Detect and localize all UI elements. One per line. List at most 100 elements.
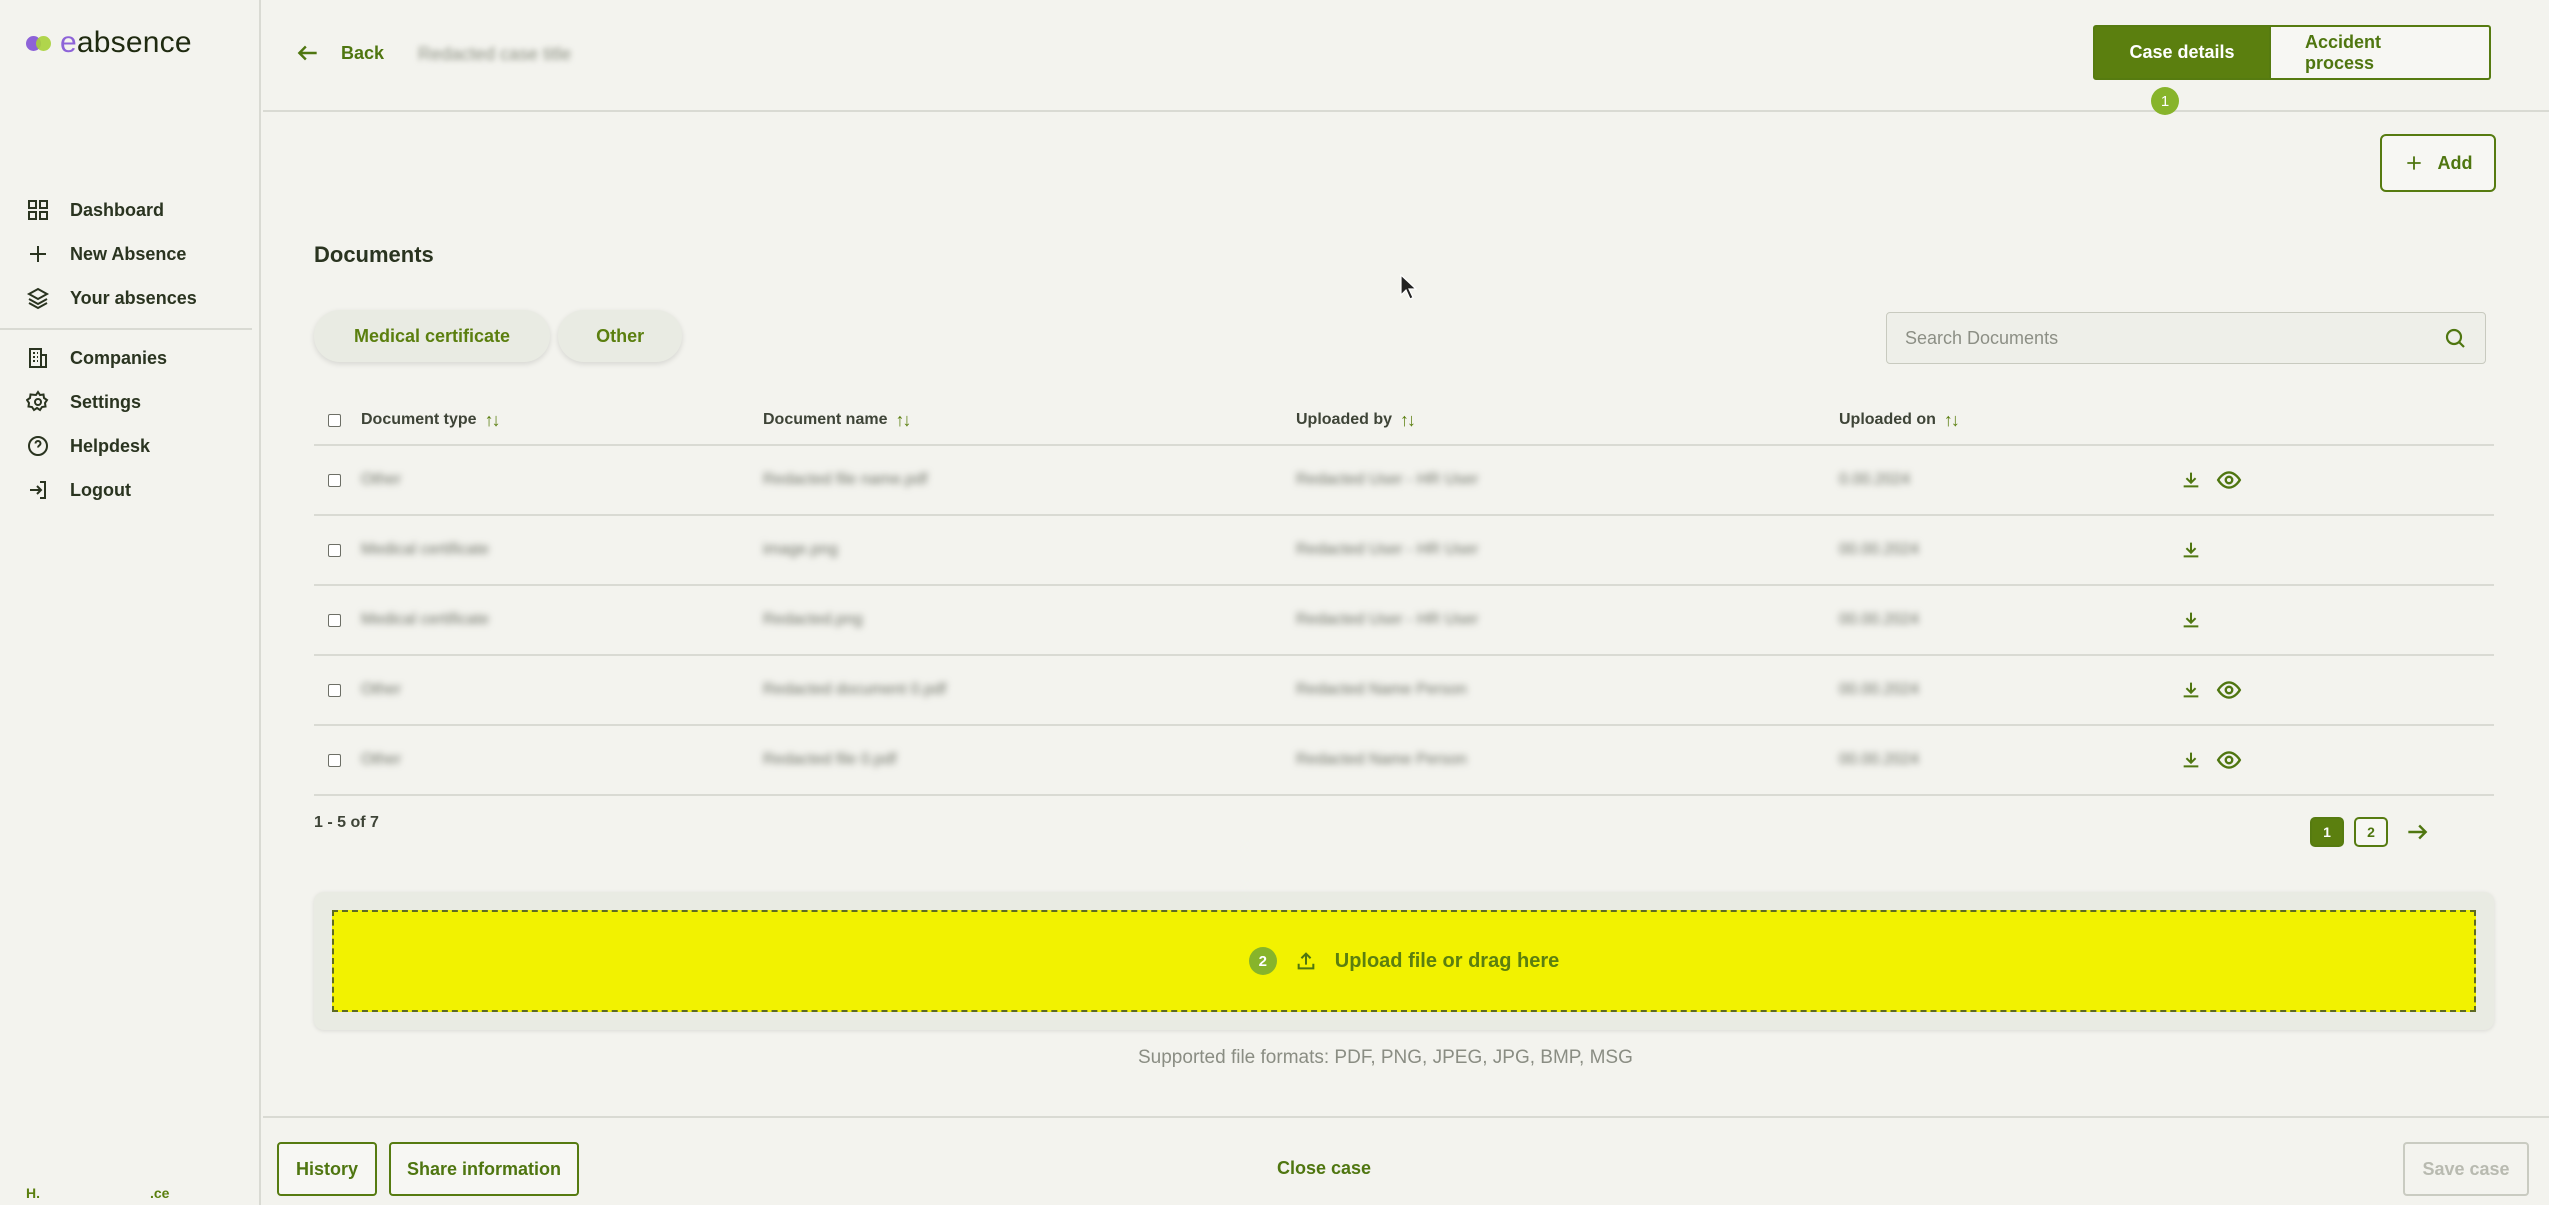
grid-icon [28,200,48,220]
layers-icon [26,287,50,310]
document-filters: Medical certificate Other [314,310,683,362]
arrow-right-icon[interactable] [2404,819,2430,845]
add-button[interactable]: Add [2380,134,2496,192]
download-icon[interactable] [2180,539,2202,561]
mouse-cursor-icon [1400,274,1418,300]
column-uploaded-by[interactable]: Uploaded by ↑↓ [1296,410,1416,431]
cell-uploaded-by: Redacted User - HR User [1296,611,1479,628]
row-checkbox[interactable] [328,683,341,697]
page-button-2[interactable]: 2 [2354,817,2388,847]
plus-icon [30,246,46,262]
search-box [1886,312,2486,364]
upload-label: Upload file or drag here [1334,949,1560,972]
sidebar-item-companies[interactable]: Companies [26,336,252,380]
tenant-label: H. .ce [26,1185,170,1201]
row-checkbox[interactable] [328,613,341,627]
cell-uploaded-on: 00.00.2024 [1839,681,1920,698]
filter-medical-certificate[interactable]: Medical certificate [314,310,551,362]
download-icon[interactable] [2180,679,2202,701]
sidebar-item-dashboard[interactable]: Dashboard [26,188,252,232]
back-label: Back [341,42,385,63]
row-actions [2180,539,2202,561]
share-information-button[interactable]: Share information [389,1142,579,1196]
eye-icon[interactable] [2216,467,2242,493]
page-button-1[interactable]: 1 [2310,817,2344,847]
cell-document-type: Other [361,751,402,768]
row-actions [2180,677,2242,703]
upload-icon [1297,952,1315,970]
sidebar-item-logout[interactable]: Logout [26,468,252,512]
cell-uploaded-by: Redacted Name Person [1296,681,1467,698]
row-checkbox[interactable] [328,473,341,487]
download-icon[interactable] [2180,749,2202,771]
search-icon[interactable] [2443,326,2467,350]
cell-document-type: Other [361,471,402,488]
sort-icon[interactable]: ↑↓ [1944,410,1960,431]
table-row: Other Redacted document 0.pdf Redacted N… [314,656,2494,726]
main-nav: Dashboard New Absence Your absences Comp… [0,188,252,512]
cell-uploaded-on: 00.00.2024 [1839,611,1920,628]
step-badge-1: 1 [2151,87,2179,115]
column-document-name[interactable]: Document name ↑↓ [763,410,911,431]
building-icon [29,348,47,368]
column-document-type[interactable]: Document type ↑↓ [361,410,501,431]
sidebar-item-label: Helpdesk [70,435,151,456]
cell-uploaded-by: Redacted Name Person [1296,751,1467,768]
sidebar-item-label: Logout [70,479,131,500]
plus-icon [2406,156,2421,170]
sort-icon[interactable]: ↑↓ [485,410,501,431]
sidebar-item-label: Settings [70,391,142,412]
select-all-checkbox[interactable] [328,413,341,427]
cell-document-type: Medical certificate [361,541,490,558]
filter-other[interactable]: Other [558,310,683,362]
documents-table: Document type ↑↓ Document name ↑↓ Uploaded… [314,396,2494,796]
table-row: Other Redacted file name.pdf Redacted Us… [314,446,2494,516]
row-checkbox[interactable] [328,543,341,557]
close-case-button[interactable]: Close case [1277,1158,1371,1179]
tab-case-details[interactable]: Case details [2093,25,2271,80]
help-icon [28,436,48,456]
cell-document-name: Redacted document 0.pdf [763,681,947,698]
case-footer: History Share information Close case Sav… [263,1116,2549,1205]
cell-document-name: image.png [763,541,838,558]
sort-icon[interactable]: ↑↓ [1400,410,1416,431]
upload-container: 2 Upload file or drag here [314,892,2494,1030]
row-actions [2180,609,2202,631]
case-header: Back Redacted case title Case details Ac… [263,0,2549,112]
save-case-button[interactable]: Save case [2403,1142,2529,1196]
arrow-left-icon [297,45,317,61]
table-row: Medical certificate image.png Redacted U… [314,516,2494,586]
table-row: Other Redacted file 0.pdf Redacted Name … [314,726,2494,796]
cell-document-type: Medical certificate [361,611,490,628]
tab-accident-process[interactable]: Accident process [2271,25,2491,80]
supported-formats: Supported file formats: PDF, PNG, JPEG, … [1138,1047,1633,1068]
sort-icon[interactable]: ↑↓ [895,410,911,431]
case-tabs: Case details Accident process [2093,25,2491,80]
documents-title: Documents [314,242,434,267]
sidebar-item-label: New Absence [70,243,187,264]
cell-document-name: Redacted.png [763,611,863,628]
case-title: Redacted case title [418,44,572,64]
download-icon[interactable] [2180,469,2202,491]
table-row: Medical certificate Redacted.png Redacte… [314,586,2494,656]
add-label: Add [2437,152,2473,173]
row-actions [2180,467,2242,493]
sidebar-item-label: Companies [70,347,168,368]
sidebar-item-your-absences[interactable]: Your absences [26,276,252,320]
eye-icon[interactable] [2216,677,2242,703]
history-button[interactable]: History [277,1142,377,1196]
back-button[interactable]: Back [295,40,384,66]
sidebar-item-helpdesk[interactable]: Helpdesk [26,424,252,468]
pagination: 1 2 [2310,817,2430,847]
sidebar-item-settings[interactable]: Settings [26,380,252,424]
search-input[interactable] [1905,327,2443,349]
upload-dropzone[interactable]: 2 Upload file or drag here [332,910,2476,1012]
cell-uploaded-by: Redacted User - HR User [1296,541,1479,558]
app-logo[interactable]: eabsence [26,26,192,60]
row-checkbox[interactable] [328,753,341,767]
download-icon[interactable] [2180,609,2202,631]
cell-document-type: Other [361,681,402,698]
column-uploaded-on[interactable]: Uploaded on ↑↓ [1839,410,1960,431]
eye-icon[interactable] [2216,747,2242,773]
sidebar-item-new-absence[interactable]: New Absence [26,232,252,276]
